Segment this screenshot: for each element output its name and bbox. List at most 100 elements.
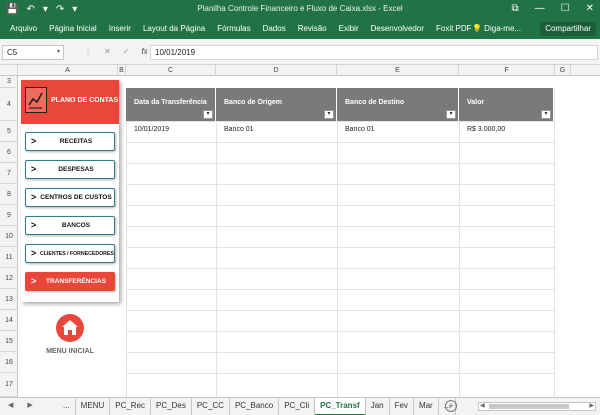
chevron-right-icon: > bbox=[31, 136, 37, 146]
chevron-right-icon: > bbox=[31, 164, 37, 174]
grid-line bbox=[216, 88, 217, 397]
grid-line bbox=[126, 205, 554, 206]
tab-arquivo[interactable]: Arquivo bbox=[4, 23, 43, 35]
scroll-right-icon[interactable]: ▶ bbox=[589, 402, 594, 409]
tab-desenvolvedor[interactable]: Desenvolvedor bbox=[365, 23, 430, 35]
column-header-b[interactable]: B bbox=[118, 65, 126, 76]
minimize-icon[interactable]: — bbox=[535, 3, 545, 14]
tab-exibir[interactable]: Exibir bbox=[333, 23, 365, 35]
row-header[interactable]: 10 bbox=[0, 226, 18, 247]
table-cell[interactable]: R$ 3.000,00 bbox=[467, 126, 505, 133]
sheet-tab-pc-cc[interactable]: PC_CC bbox=[192, 398, 230, 415]
ribbon-display-icon[interactable]: ⧉ bbox=[512, 3, 519, 14]
sheet-tab-mar[interactable]: Mar bbox=[414, 398, 439, 415]
tab-dados[interactable]: Dados bbox=[257, 23, 292, 35]
filter-dropdown-icon[interactable]: ▾ bbox=[324, 110, 334, 119]
button-label: CLIENTES / FORNECEDORES bbox=[40, 251, 114, 257]
row-header[interactable]: 9 bbox=[0, 205, 18, 226]
scroll-left-icon[interactable]: ◀ bbox=[480, 402, 485, 409]
plano-de-contas-panel: PLANO DE CONTAS > RECEITAS > DESPESAS > … bbox=[21, 80, 119, 302]
bancos-button[interactable]: > BANCOS bbox=[25, 216, 115, 235]
cancel-icon[interactable]: ✕ bbox=[104, 47, 111, 56]
horizontal-scrollbar[interactable]: ◀ ▶ bbox=[478, 402, 596, 411]
row-header[interactable]: 6 bbox=[0, 142, 18, 163]
next-sheet-icon[interactable]: ▶ bbox=[27, 401, 32, 409]
column-header-d[interactable]: D bbox=[216, 65, 337, 76]
row-header[interactable]: 3 bbox=[0, 76, 18, 88]
row-header[interactable]: 4 bbox=[0, 88, 18, 121]
filter-dropdown-icon[interactable]: ▾ bbox=[541, 110, 551, 119]
tab-revisao[interactable]: Revisão bbox=[292, 23, 333, 35]
column-header-f[interactable]: F bbox=[459, 65, 555, 76]
scrollbar-thumb[interactable] bbox=[489, 404, 569, 409]
chevron-down-icon[interactable]: ▾ bbox=[57, 46, 60, 59]
sheet-tab-pc-banco[interactable]: PC_Banco bbox=[230, 398, 280, 415]
row-header[interactable]: 8 bbox=[0, 184, 18, 205]
sheet-tab-pc-transf[interactable]: PC_Transf bbox=[315, 398, 366, 415]
clientes-fornecedores-button[interactable]: > CLIENTES / FORNECEDORES bbox=[25, 244, 115, 263]
row-header[interactable]: 12 bbox=[0, 268, 18, 289]
name-box[interactable]: C5 ▾ bbox=[2, 45, 64, 60]
maximize-icon[interactable]: ☐ bbox=[561, 3, 570, 14]
sheet-tab-pc-cli[interactable]: PC_Cli bbox=[279, 398, 316, 415]
transferencias-button[interactable]: > TRANSFERÊNCIAS bbox=[25, 272, 115, 291]
sheet-tab-fev[interactable]: Fev bbox=[390, 398, 414, 415]
sheet-tab-jan[interactable]: Jan bbox=[366, 398, 390, 415]
header-label: Banco de Destino bbox=[345, 99, 405, 106]
table-cell[interactable]: 10/01/2019 bbox=[134, 126, 169, 133]
tell-me-search[interactable]: 💡 Diga-me... bbox=[472, 23, 521, 35]
sheet-tab-menu[interactable]: MENU bbox=[76, 398, 111, 415]
menu-inicial-link[interactable]: MENU INICIAL bbox=[18, 314, 122, 364]
table-header-banco-origem: Banco de Origem ▾ bbox=[216, 88, 337, 121]
column-headers: A B C D E F G bbox=[0, 65, 600, 76]
grid-line bbox=[126, 373, 554, 374]
row-header[interactable]: 15 bbox=[0, 331, 18, 352]
row-header[interactable]: 14 bbox=[0, 310, 18, 331]
tab-layout-da-pagina[interactable]: Layout da Página bbox=[137, 23, 211, 35]
share-button[interactable]: Compartilhar bbox=[540, 22, 596, 36]
close-icon[interactable]: ✕ bbox=[586, 3, 594, 14]
row-header[interactable]: 17 bbox=[0, 373, 18, 397]
home-icon[interactable] bbox=[56, 314, 84, 342]
column-header-c[interactable]: C bbox=[126, 65, 216, 76]
chevron-right-icon: > bbox=[31, 248, 37, 258]
despesas-button[interactable]: > DESPESAS bbox=[25, 160, 115, 179]
row-header[interactable]: 16 bbox=[0, 352, 18, 373]
row-header[interactable]: 13 bbox=[0, 289, 18, 310]
ribbon-tabs: Arquivo Página Inicial Inserir Layout da… bbox=[0, 20, 600, 39]
row-header[interactable]: 5 bbox=[0, 121, 18, 142]
tab-inserir[interactable]: Inserir bbox=[103, 23, 137, 35]
formula-input[interactable]: 10/01/2019 bbox=[150, 45, 598, 60]
header-label: Banco de Origem bbox=[224, 99, 282, 106]
more-options-icon[interactable]: ⋮ bbox=[84, 47, 92, 56]
insert-function-icon[interactable]: fx bbox=[141, 47, 147, 56]
column-header-a[interactable]: A bbox=[18, 65, 118, 76]
tab-pagina-inicial[interactable]: Página Inicial bbox=[43, 23, 103, 35]
sheet-tab-more-left[interactable]: ... bbox=[58, 398, 76, 415]
button-label: BANCOS bbox=[61, 222, 91, 229]
tab-formulas[interactable]: Fórmulas bbox=[211, 23, 256, 35]
centros-de-custos-button[interactable]: > CENTROS DE CUSTOS bbox=[25, 188, 115, 207]
name-box-value: C5 bbox=[7, 48, 18, 57]
previous-sheet-icon[interactable]: ◀ bbox=[8, 401, 13, 409]
sheet-tab-pc-des[interactable]: PC_Des bbox=[151, 398, 192, 415]
select-all-corner[interactable] bbox=[0, 65, 18, 76]
column-header-g[interactable]: G bbox=[555, 65, 571, 76]
column-header-e[interactable]: E bbox=[337, 65, 459, 76]
row-header[interactable]: 7 bbox=[0, 163, 18, 184]
worksheet-grid[interactable]: PLANO DE CONTAS > RECEITAS > DESPESAS > … bbox=[18, 76, 600, 397]
tab-foxit-pdf[interactable]: Foxit PDF bbox=[430, 23, 478, 35]
enter-icon[interactable]: ✓ bbox=[123, 47, 130, 56]
table-cell[interactable]: Banco 01 bbox=[345, 126, 375, 133]
chart-report-icon bbox=[25, 87, 47, 113]
row-header[interactable]: 11 bbox=[0, 247, 18, 268]
sheet-tab-pc-rec[interactable]: PC_Rec bbox=[110, 398, 152, 415]
table-cell[interactable]: Banco 01 bbox=[224, 126, 254, 133]
grid-line bbox=[126, 268, 554, 269]
filter-dropdown-icon[interactable]: ▾ bbox=[446, 110, 456, 119]
filter-dropdown-icon[interactable]: ▾ bbox=[203, 110, 213, 119]
window-title: Planilha Controle Financeiro e Fluxo de … bbox=[197, 4, 403, 13]
receitas-button[interactable]: > RECEITAS bbox=[25, 132, 115, 151]
grid-line bbox=[126, 163, 554, 164]
add-sheet-icon[interactable]: + bbox=[445, 400, 457, 412]
